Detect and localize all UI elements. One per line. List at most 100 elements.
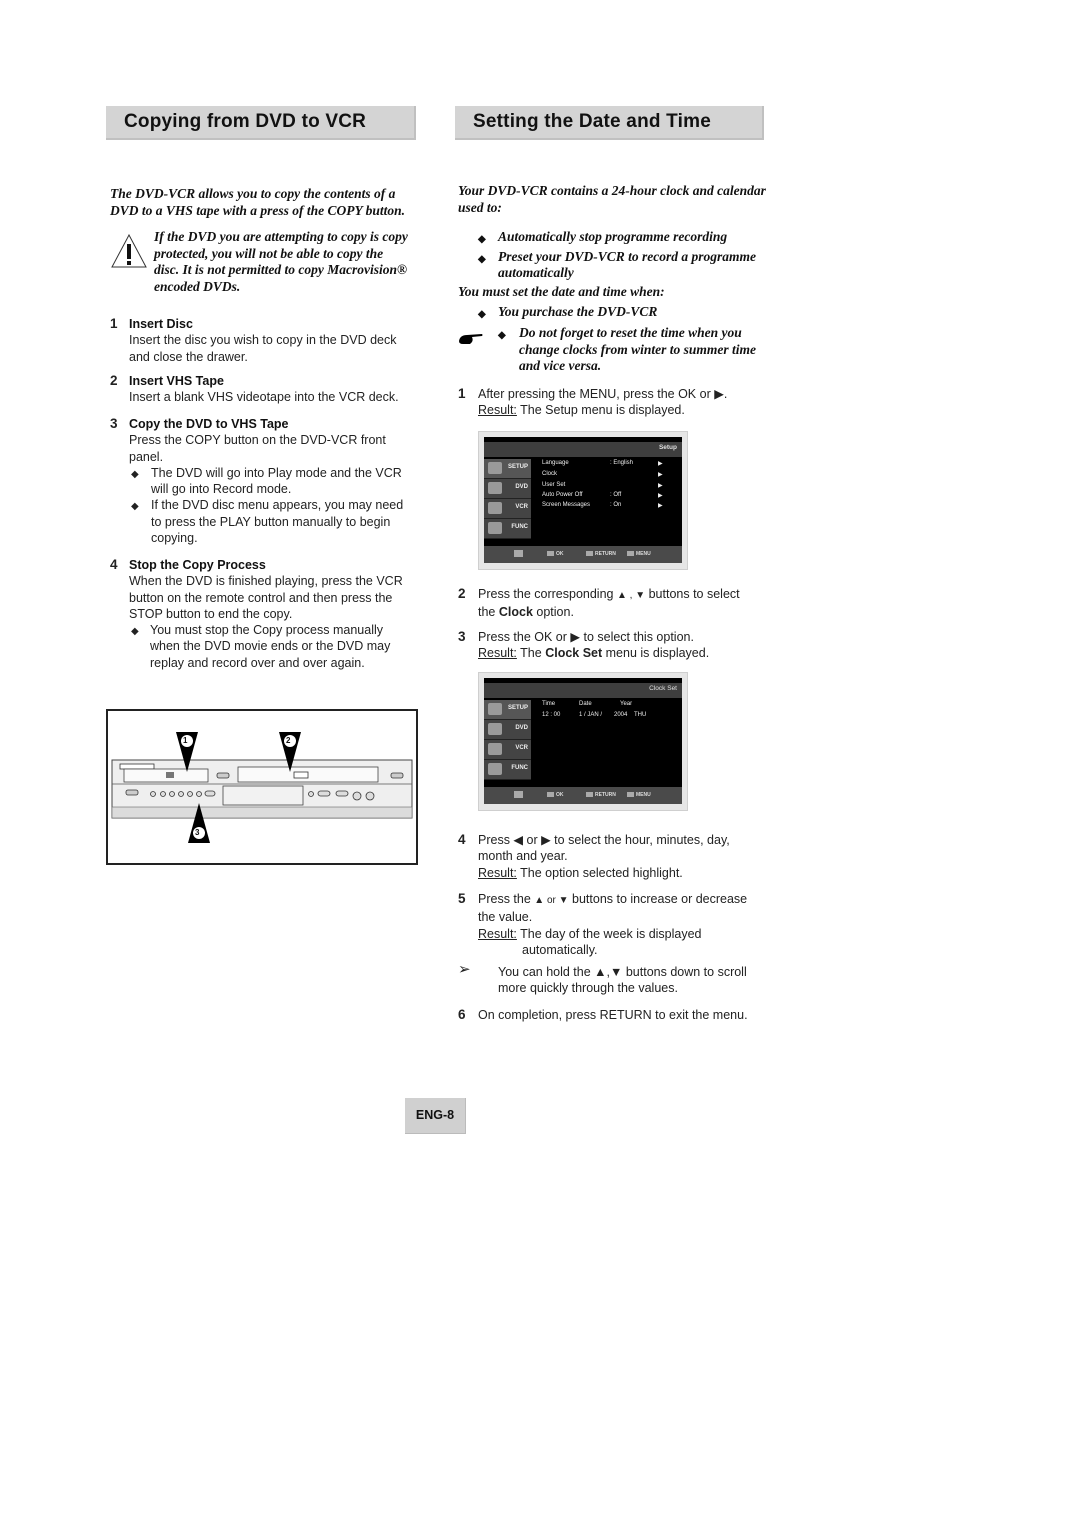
pointing-hand-icon — [459, 334, 483, 344]
callout-label: 3 — [195, 828, 200, 837]
osd-row-user-set: User Set ▶ — [542, 482, 663, 489]
clock-intro: Your DVD-VCR contains a 24-hour clock an… — [458, 183, 768, 216]
dvd-vcr-front-panel-figure: 1 2 3 — [106, 709, 418, 865]
arrow-right-icon: ▶ — [658, 472, 663, 478]
step-text: Insert a blank VHS videotape into the VC… — [129, 390, 399, 405]
warning-line: protected, you will not be able to copy … — [154, 245, 384, 261]
result-label: Result: — [478, 403, 517, 418]
copy-step-3: 3 Copy the DVD to VHS Tape Press the COP… — [110, 416, 420, 546]
osd-title-bar: Clock Set — [484, 683, 682, 698]
step-text: the value. — [478, 910, 533, 925]
function-icon — [488, 763, 502, 775]
osd-tab-func: FUNC — [484, 519, 531, 539]
note-item: ◆ Do not forget to reset the time when y… — [498, 325, 789, 375]
callout-label: 1 — [183, 736, 188, 745]
osd-row-value: : Off — [610, 492, 622, 498]
bullet-text: copying. — [151, 531, 198, 546]
bullet-text: The DVD will go into Play mode and the V… — [151, 465, 402, 480]
diamond-bullet-icon: ◆ — [131, 626, 139, 638]
osd-footer-label: MENU — [636, 551, 651, 557]
step-title: Insert Disc — [129, 317, 193, 331]
osd-row-value: : On — [610, 502, 622, 508]
osd-tab-label: VCR — [515, 504, 528, 510]
bullet-item: ◆ If the DVD disc menu appears, you may … — [129, 497, 420, 546]
step-text: After pressing the MENU, press the OK or… — [478, 387, 728, 401]
disc-icon — [488, 482, 502, 494]
up-down-arrows-icon: ▲ , ▼ — [616, 590, 646, 601]
vcr-icon — [488, 502, 502, 514]
up-down-arrows-icon: ▲ or ▼ — [534, 895, 569, 906]
osd-tab-vcr: VCR — [484, 740, 531, 760]
clock-step-4: 4 Press ◀ or ▶ to select the hour, minut… — [458, 832, 768, 881]
return-key-icon — [586, 551, 593, 556]
step-text: Press ◀ or ▶ to select the hour, minutes… — [478, 833, 730, 847]
menu-key-icon — [627, 792, 634, 797]
list-text: You purchase the DVD-VCR — [498, 304, 658, 319]
copy-step-2: 2 Insert VHS Tape Insert a blank VHS vid… — [110, 373, 420, 406]
bullet-text: to press the PLAY button manually to beg… — [151, 514, 391, 529]
tip-note: ➢ You can hold the ▲,▼ buttons down to s… — [458, 961, 768, 997]
osd-footer-label: RETURN — [595, 551, 616, 557]
clock-step-3: 3 Press the OK or ▶ to select this optio… — [458, 629, 768, 662]
step-text: On completion, press RETURN to exit the … — [478, 1008, 748, 1022]
osd-year-value: 2004 — [614, 712, 628, 718]
step-text: Press the corresponding — [478, 587, 614, 601]
step-title: Copy the DVD to VHS Tape — [129, 417, 289, 431]
list-text: automatically — [498, 265, 574, 280]
page-number-badge: ENG-8 — [405, 1098, 466, 1134]
osd-row-clock: Clock ▶ — [542, 471, 663, 478]
osd-row-screen-messages: Screen Messages: On ▶ — [542, 502, 663, 509]
arrow-right-icon: ▶ — [658, 493, 663, 499]
copy-intro: The DVD-VCR allows you to copy the conte… — [110, 186, 420, 219]
list-text: Preset your DVD-VCR to record a programm… — [498, 248, 756, 264]
intro-line: Your DVD-VCR contains a 24-hour clock an… — [458, 183, 766, 198]
intro-line: used to: — [458, 199, 502, 215]
warning-line: disc. It is not permitted to copy Macrov… — [154, 262, 408, 277]
osd-time-value: 12 : 00 — [542, 712, 561, 718]
step-text-bold: Clock — [498, 605, 533, 620]
osd-footer-label: MENU — [636, 792, 651, 798]
osd-tab-label: VCR — [515, 745, 528, 751]
ok-key-icon — [547, 792, 554, 797]
list-item: ◆ Preset your DVD-VCR to record a progra… — [478, 249, 768, 282]
osd-tab-setup: SETUP — [484, 700, 531, 720]
bullet-text: You must stop the Copy process manually — [150, 623, 383, 638]
osd-tab-label: SETUP — [507, 705, 528, 711]
step-number: 6 — [458, 1007, 466, 1022]
result-label: Result: — [478, 646, 517, 661]
osd-row-label: Language — [542, 460, 569, 466]
clock-step-6: 6 On completion, press RETURN to exit th… — [458, 1007, 768, 1023]
step-text: Press the — [478, 892, 531, 906]
osd-tab-label: DVD — [515, 484, 528, 490]
return-key-icon — [586, 792, 593, 797]
section-header-date-time: Setting the Date and Time — [455, 106, 764, 140]
osd-title-bar: Setup — [484, 442, 682, 457]
bullet-text: when the DVD movie ends or the DVD may — [150, 639, 391, 654]
osd-footer-label: OK — [556, 792, 564, 798]
osd-display: Clock Set SETUP DVD VCR FUNC Time Date Y… — [484, 678, 682, 804]
diamond-bullet-icon: ◆ — [131, 501, 139, 513]
copy-protect-warning: If the DVD you are attempting to copy is… — [154, 229, 419, 295]
osd-tab-func: FUNC — [484, 760, 531, 780]
osd-tab-label: FUNC — [511, 524, 528, 530]
clock-set-menu-screen: Clock Set SETUP DVD VCR FUNC Time Date Y… — [478, 672, 688, 811]
callout-label: 2 — [286, 736, 291, 745]
bullet-item: ◆ The DVD will go into Play mode and the… — [129, 465, 420, 498]
step-number: 1 — [110, 316, 118, 331]
arrow-right-icon: ▶ — [658, 483, 663, 489]
step-title: Stop the Copy Process — [129, 558, 266, 572]
osd-row-label: Screen Messages — [542, 502, 591, 508]
clock-step-1: 1 After pressing the MENU, press the OK … — [458, 386, 768, 419]
result-text: The day of the week is displayed — [520, 926, 702, 941]
step-text: panel. — [129, 449, 164, 464]
clock-step-5: 5 Press the ▲ or ▼ buttons to increase o… — [458, 891, 768, 958]
step-text: buttons to select — [648, 587, 740, 601]
setup-menu-screen: Setup SETUP DVD VCR FUNC Language: Engli… — [478, 431, 688, 570]
osd-footer-label: RETURN — [595, 792, 616, 798]
intro-line: DVD to a VHS tape with a press of the CO… — [110, 202, 406, 218]
step-text: Press the OK or ▶ to select this option. — [478, 630, 694, 644]
result-text-bold: Clock Set — [545, 646, 603, 661]
osd-tab-dvd: DVD — [484, 720, 531, 740]
osd-row-language: Language: English ▶ — [542, 460, 663, 467]
result-label: Result: — [478, 865, 517, 880]
